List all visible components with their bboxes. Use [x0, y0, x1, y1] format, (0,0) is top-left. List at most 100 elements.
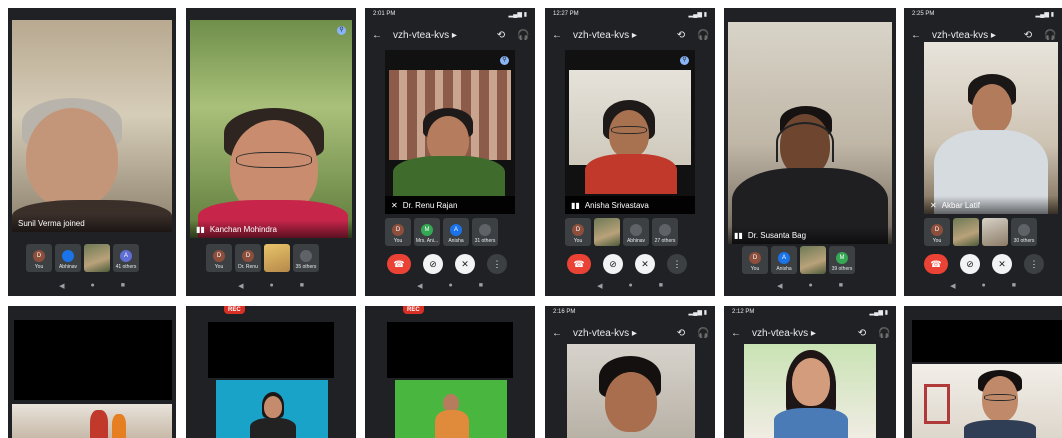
nav-home-icon[interactable]: ● [808, 282, 812, 292]
switch-camera-icon[interactable]: ⟲ [675, 30, 687, 41]
participant-tile[interactable]: A 41 others [113, 244, 139, 272]
stage-video-feed [12, 404, 172, 438]
end-call-button[interactable]: ☎ [387, 254, 411, 274]
participant-tile[interactable] [953, 218, 979, 246]
nav-recent-icon[interactable]: ■ [1012, 282, 1016, 292]
participant-tile[interactable]: A Anisha [771, 246, 797, 274]
android-nav-bar: ◀ ● ■ [8, 282, 176, 292]
back-arrow-icon[interactable]: ← [371, 30, 383, 41]
nav-recent-icon[interactable]: ■ [479, 282, 483, 292]
android-nav-bar: ◀ ● ■ [365, 282, 535, 292]
participant-tile[interactable]: D You [385, 218, 411, 246]
phone-screenshot-9: REC [365, 306, 535, 438]
audio-output-icon[interactable]: 🎧 [697, 30, 709, 41]
android-nav-bar: ◀ ● ■ [724, 282, 896, 292]
mic-toggle-button[interactable]: ✕ [455, 254, 475, 274]
mic-muted-icon: ✕ [391, 200, 398, 210]
participant-tile[interactable] [84, 244, 110, 272]
audio-output-icon[interactable]: 🎧 [1044, 30, 1056, 41]
participant-tile[interactable] [264, 244, 290, 272]
audio-output-icon[interactable]: 🎧 [878, 328, 890, 339]
participant-tile[interactable] [982, 218, 1008, 246]
participant-face [972, 84, 1012, 134]
participant-tile[interactable]: M 39 others [829, 246, 855, 274]
participant-tile[interactable]: D Dr. Renu [235, 244, 261, 272]
participant-tile[interactable]: 30 others [1011, 218, 1037, 246]
recording-badge: REC [403, 306, 424, 314]
nav-recent-icon[interactable]: ■ [839, 282, 843, 292]
pin-icon[interactable]: ⚲ [680, 56, 689, 65]
participant-tile[interactable]: 35 others [293, 244, 319, 272]
more-options-button[interactable]: ⋮ [487, 254, 507, 274]
phone-screenshot-10: 2:16 PM ▂▄▆ ▮ ← vzh-vtea-kvs ▸ ⟲ 🎧 [545, 306, 715, 438]
nav-home-icon[interactable]: ● [981, 282, 985, 292]
main-video-feed [912, 320, 1062, 362]
switch-camera-icon[interactable]: ⟲ [675, 328, 687, 339]
back-arrow-icon[interactable]: ← [551, 328, 563, 339]
pin-icon[interactable]: ⚲ [500, 56, 509, 65]
participant-tile[interactable]: Abhinav [55, 244, 81, 272]
meeting-title[interactable]: vzh-vtea-kvs ▸ [573, 328, 665, 339]
participant-face [26, 108, 118, 208]
nav-back-icon[interactable]: ◀ [950, 282, 955, 292]
meeting-title[interactable]: vzh-vtea-kvs ▸ [752, 328, 846, 339]
participant-tile[interactable]: 27 others [652, 218, 678, 246]
nav-back-icon[interactable]: ◀ [777, 282, 782, 292]
meeting-title[interactable]: vzh-vtea-kvs ▸ [393, 30, 485, 41]
nav-home-icon[interactable]: ● [269, 282, 273, 292]
mic-toggle-button[interactable]: ✕ [992, 254, 1012, 274]
participant-tile[interactable]: A Anisha [443, 218, 469, 246]
phone-screenshot-11: 2:12 PM ▂▄▆ ▮ ← vzh-vtea-kvs ▸ ⟲ 🎧 [724, 306, 896, 438]
participant-tile[interactable]: D You [565, 218, 591, 246]
audio-output-icon[interactable]: 🎧 [517, 30, 529, 41]
nav-back-icon[interactable]: ◀ [417, 282, 422, 292]
camera-toggle-button[interactable]: ⊘ [960, 254, 980, 274]
nav-back-icon[interactable]: ◀ [597, 282, 602, 292]
participant-tile[interactable] [594, 218, 620, 246]
status-bar: 2:01 PM ▂▄▆ ▮ [373, 11, 527, 18]
nav-back-icon[interactable]: ◀ [59, 282, 64, 292]
back-arrow-icon[interactable]: ← [910, 30, 922, 41]
main-video-feed: ⚲ ✕ Dr. Renu Rajan [385, 50, 515, 214]
back-arrow-icon[interactable]: ← [551, 30, 563, 41]
audio-output-icon[interactable]: 🎧 [697, 328, 709, 339]
main-video-feed [387, 322, 513, 378]
status-bar: 12:27 PM ▂▄▆ ▮ [553, 11, 707, 18]
participant-tile[interactable]: D You [924, 218, 950, 246]
camera-toggle-button[interactable]: ⊘ [603, 254, 623, 274]
status-bar: 2:25 PM ▂▄▆ ▮ [912, 11, 1054, 18]
pin-icon[interactable]: ⚲ [337, 26, 346, 35]
end-call-button[interactable]: ☎ [567, 254, 591, 274]
main-video-feed: Sunil Verma joined [12, 20, 172, 232]
camera-toggle-button[interactable]: ⊘ [423, 254, 443, 274]
back-arrow-icon[interactable]: ← [730, 328, 742, 339]
participant-strip: D You M Mrs. Ani... A Anisha 31 others [385, 218, 498, 246]
participant-face [792, 358, 830, 406]
participant-tile[interactable]: Abhinav [623, 218, 649, 246]
participant-tile[interactable]: 31 others [472, 218, 498, 246]
nav-home-icon[interactable]: ● [90, 282, 94, 292]
meeting-title[interactable]: vzh-vtea-kvs ▸ [932, 30, 1012, 41]
nav-back-icon[interactable]: ◀ [238, 282, 243, 292]
nav-recent-icon[interactable]: ■ [300, 282, 304, 292]
participant-tile[interactable]: D You [206, 244, 232, 272]
switch-camera-icon[interactable]: ⟲ [1022, 30, 1034, 41]
more-options-button[interactable]: ⋮ [1024, 254, 1044, 274]
participant-tile[interactable] [800, 246, 826, 274]
nav-recent-icon[interactable]: ■ [121, 282, 125, 292]
participant-tile[interactable]: D You [26, 244, 52, 272]
meeting-title[interactable]: vzh-vtea-kvs ▸ [573, 30, 665, 41]
talking-indicator-icon: ▮▮ [571, 200, 580, 210]
switch-camera-icon[interactable]: ⟲ [495, 30, 507, 41]
talking-indicator-icon: ▮▮ [734, 230, 743, 240]
end-call-button[interactable]: ☎ [924, 254, 948, 274]
more-options-button[interactable]: ⋮ [667, 254, 687, 274]
nav-home-icon[interactable]: ● [448, 282, 452, 292]
nav-recent-icon[interactable]: ■ [659, 282, 663, 292]
mic-toggle-button[interactable]: ✕ [635, 254, 655, 274]
participant-tile[interactable]: D You [742, 246, 768, 274]
participant-tile[interactable]: M Mrs. Ani... [414, 218, 440, 246]
nav-home-icon[interactable]: ● [628, 282, 632, 292]
switch-camera-icon[interactable]: ⟲ [856, 328, 868, 339]
speaker-name-bar: ▮▮ Dr. Susanta Bag [728, 226, 892, 244]
